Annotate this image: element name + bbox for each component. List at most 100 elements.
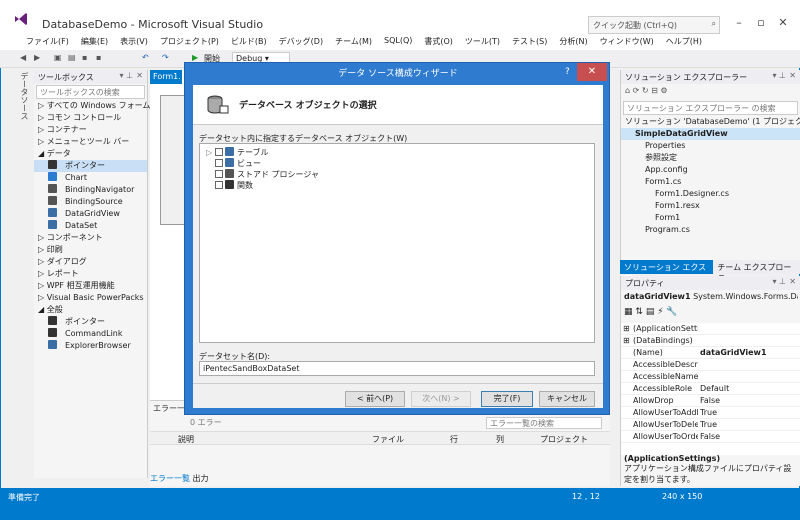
toolbox-search-input[interactable]: ツールボックスの検索: [36, 85, 145, 99]
tab-form1-design[interactable]: Form1.: [150, 70, 182, 84]
column-project[interactable]: プロジェクト: [540, 434, 588, 445]
property-row[interactable]: AllowDrop False: [621, 395, 800, 407]
menu-item-5[interactable]: デバッグ(D): [273, 34, 329, 50]
toolbox-item[interactable]: BindingNavigator: [34, 184, 147, 196]
checkbox[interactable]: [215, 181, 223, 189]
property-row[interactable]: AccessibleDescription: [621, 359, 800, 371]
expand-icon[interactable]: ⊞: [623, 335, 630, 347]
db-object-node[interactable]: ▷ テーブル: [206, 147, 269, 158]
menu-item-9[interactable]: ツール(T): [459, 34, 506, 50]
column-column[interactable]: 列: [496, 434, 504, 445]
menu-item-10[interactable]: テスト(S): [506, 34, 553, 50]
error-list-search[interactable]: エラー一覧の検索: [486, 417, 602, 429]
toolbox-item[interactable]: ▷ 印刷: [34, 244, 147, 256]
menu-item-12[interactable]: ウィンドウ(W): [594, 34, 660, 50]
db-object-node[interactable]: ストアド プロシージャ: [206, 169, 319, 180]
help-icon[interactable]: ?: [565, 67, 570, 77]
property-object-select[interactable]: dataGridView1 System.Windows.Forms.DataG…: [624, 292, 798, 306]
menu-item-6[interactable]: チーム(M): [329, 34, 378, 50]
toolbox-item[interactable]: ▷ すべての Windows フォーム: [34, 100, 150, 112]
toolbox-item[interactable]: ◢ データ: [34, 148, 147, 160]
toolbox-item[interactable]: ポインター: [34, 160, 147, 172]
quick-launch-input[interactable]: クイック起動 (Ctrl+Q) ⌕: [588, 16, 720, 34]
finish-button[interactable]: 完了(F): [481, 391, 533, 407]
menu-item-1[interactable]: 編集(E): [75, 34, 114, 50]
dataset-name-input[interactable]: iPentecSandBoxDataSet: [199, 361, 595, 376]
close-icon[interactable]: ✕: [789, 71, 796, 80]
previous-button[interactable]: < 前へ(P): [345, 391, 405, 407]
start-icon[interactable]: ▶: [192, 53, 198, 62]
expand-icon[interactable]: ▷: [206, 147, 215, 158]
data-sources-side-tab[interactable]: データソース: [18, 72, 30, 162]
property-row[interactable]: AllowUserToOrderColumnsFalse: [621, 431, 800, 443]
solution-node[interactable]: Form1.resx: [621, 200, 800, 212]
categorized-icon[interactable]: ▦: [624, 307, 633, 317]
pin-icon[interactable]: ▾ ⊥: [772, 71, 786, 80]
property-value[interactable]: dataGridView1: [700, 347, 790, 359]
close-icon[interactable]: ✕: [789, 277, 796, 286]
navigate-back-icon[interactable]: ◀: [20, 53, 26, 62]
checkbox[interactable]: [215, 159, 223, 167]
tab-output[interactable]: 出力: [193, 474, 209, 483]
solution-node[interactable]: Properties: [621, 140, 800, 152]
navigate-forward-icon[interactable]: ▶: [34, 53, 40, 62]
column-description[interactable]: 説明: [178, 434, 194, 445]
solution-node[interactable]: Form1.cs: [621, 176, 800, 188]
menu-item-11[interactable]: 分析(N): [553, 34, 593, 50]
toolbox-item[interactable]: ◢ 全般: [34, 304, 147, 316]
solution-node[interactable]: App.config: [621, 164, 800, 176]
maximize-button[interactable]: ▫: [750, 14, 772, 32]
toolbox-item[interactable]: DataGridView: [34, 208, 147, 220]
properties-icon[interactable]: ⚙: [660, 86, 667, 95]
menu-item-7[interactable]: SQL(Q): [378, 34, 418, 50]
save-icon[interactable]: ▪: [82, 53, 87, 62]
solution-node[interactable]: Form1: [621, 212, 800, 224]
toolbox-item[interactable]: ポインター: [34, 316, 147, 328]
collapse-icon[interactable]: ⊟: [651, 86, 658, 95]
column-line[interactable]: 行: [450, 434, 458, 445]
next-button[interactable]: 次へ(N) >: [411, 391, 471, 407]
column-file[interactable]: ファイル: [372, 434, 404, 445]
menu-item-4[interactable]: ビルド(B): [225, 34, 273, 50]
toolbox-item[interactable]: BindingSource: [34, 196, 147, 208]
expand-icon[interactable]: ⊞: [623, 323, 630, 335]
menu-item-0[interactable]: ファイル(F): [20, 34, 75, 50]
refresh-icon[interactable]: ↻: [642, 86, 649, 95]
toolbox-item[interactable]: ▷ WPF 相互運用機能: [34, 280, 147, 292]
toolbox-item[interactable]: ▷ ダイアログ: [34, 256, 147, 268]
checkbox[interactable]: [215, 148, 223, 156]
properties-view-icon[interactable]: ▤: [646, 307, 655, 317]
alphabetical-icon[interactable]: ⇅: [635, 307, 643, 317]
solution-search-input[interactable]: ソリューション エクスプローラー の検索: [623, 101, 798, 115]
property-row[interactable]: ⊞(ApplicationSettings): [621, 323, 800, 335]
events-icon[interactable]: ⚡: [657, 307, 663, 317]
home-icon[interactable]: ⌂: [625, 86, 630, 95]
property-row[interactable]: AccessibleRole Default: [621, 383, 800, 395]
tab-team-explorer[interactable]: チーム エクスプローラー: [713, 260, 800, 283]
toolbox-item[interactable]: ExplorerBrowser: [34, 340, 147, 352]
menu-item-8[interactable]: 書式(O): [418, 34, 459, 50]
toolbox-item[interactable]: ▷ Visual Basic PowerPacks: [34, 292, 147, 304]
solution-node[interactable]: ソリューション 'DatabaseDemo' (1 プロジェクト): [621, 116, 800, 128]
pin-icon[interactable]: ▾ ⊥: [772, 277, 786, 286]
toolbox-item[interactable]: ▷ コモン コントロール: [34, 112, 147, 124]
new-project-icon[interactable]: ▣: [54, 53, 62, 62]
property-value[interactable]: False: [700, 395, 790, 407]
property-value[interactable]: Default: [700, 383, 790, 395]
cancel-button[interactable]: キャンセル: [539, 391, 595, 407]
toolbox-item[interactable]: ▷ コンポーネント: [34, 232, 147, 244]
dialog-close-button[interactable]: ✕: [577, 63, 607, 81]
menu-item-3[interactable]: プロジェクト(P): [154, 34, 225, 50]
property-row[interactable]: AllowUserToAddRowsTrue: [621, 407, 800, 419]
toolbox-item[interactable]: ▷ レポート: [34, 268, 147, 280]
redo-icon[interactable]: ↷: [162, 53, 169, 62]
db-object-node[interactable]: ビュー: [206, 158, 261, 169]
property-row[interactable]: (Name) dataGridView1: [621, 347, 800, 359]
pin-icon[interactable]: ▾ ⊥: [119, 71, 133, 80]
menu-item-13[interactable]: ヘルプ(H): [660, 34, 708, 50]
tab-solution-explorer[interactable]: ソリューション エクスプ...: [620, 260, 714, 283]
undo-icon[interactable]: ↶: [142, 53, 149, 62]
menu-item-2[interactable]: 表示(V): [114, 34, 154, 50]
close-button[interactable]: ✕: [772, 14, 794, 32]
property-row[interactable]: ⊞ (DataBindings): [621, 335, 800, 347]
